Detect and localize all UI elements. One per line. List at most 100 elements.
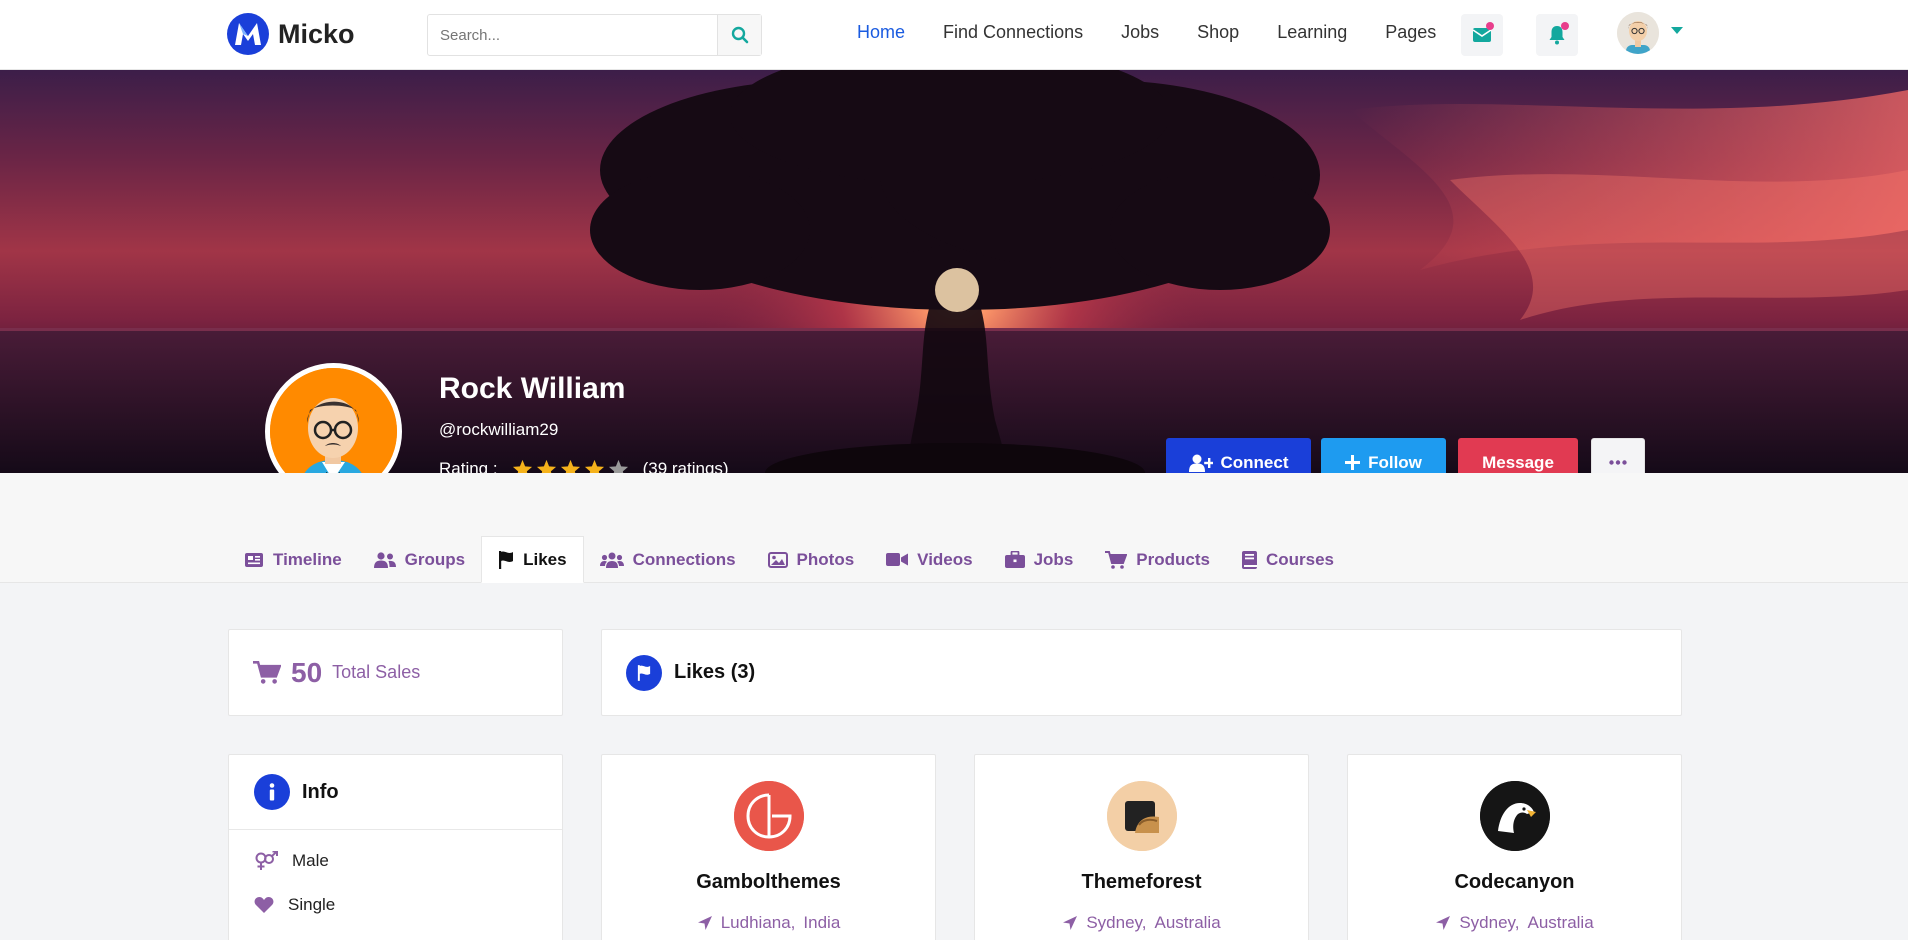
codecanyon-logo bbox=[1479, 781, 1550, 851]
tab-likes[interactable]: Likes bbox=[481, 536, 584, 583]
tab-label: Photos bbox=[796, 549, 855, 569]
profile-cover: Rock William @rockwilliam29 Rating : (39… bbox=[0, 70, 1908, 473]
rating-label: Rating : bbox=[439, 459, 498, 473]
tab-label: Products bbox=[1136, 549, 1210, 569]
search-input[interactable] bbox=[428, 15, 717, 55]
nav-home[interactable]: Home bbox=[857, 22, 905, 43]
rating-stars bbox=[512, 459, 629, 473]
like-name[interactable]: Themeforest bbox=[1081, 871, 1201, 894]
info-title: Info bbox=[302, 780, 339, 803]
messages-button[interactable] bbox=[1461, 14, 1503, 56]
flag-icon bbox=[637, 664, 651, 681]
profile-handle: @rockwilliam29 bbox=[439, 420, 559, 439]
message-label: Message bbox=[1482, 452, 1554, 472]
user-avatar[interactable] bbox=[1617, 12, 1659, 54]
themeforest-logo-icon bbox=[1106, 781, 1177, 851]
like-card[interactable]: Themeforest Sydney, Australia bbox=[974, 754, 1309, 940]
tab-products[interactable]: Products bbox=[1089, 536, 1226, 583]
avatar-illustration-icon bbox=[270, 368, 397, 473]
message-button[interactable]: Message bbox=[1458, 438, 1578, 473]
like-country: India bbox=[803, 913, 841, 932]
location-arrow-icon bbox=[697, 916, 712, 930]
star-filled-icon bbox=[560, 459, 580, 473]
like-country: Australia bbox=[1527, 913, 1594, 932]
search-button[interactable] bbox=[717, 15, 761, 55]
like-name[interactable]: Codecanyon bbox=[1454, 871, 1574, 894]
likes-section-header: Likes (3) bbox=[601, 629, 1682, 716]
user-avatar-icon bbox=[1617, 12, 1659, 54]
like-location: Sydney, Australia bbox=[1435, 913, 1594, 933]
tab-label: Courses bbox=[1265, 549, 1334, 569]
notifications-button[interactable] bbox=[1536, 14, 1578, 56]
top-header: Micko Home Find Connections Jobs Shop Le… bbox=[0, 0, 1908, 70]
connect-button[interactable]: Connect bbox=[1166, 438, 1311, 473]
logo[interactable]: Micko bbox=[226, 12, 355, 56]
themeforest-logo bbox=[1106, 781, 1177, 851]
location-arrow-icon bbox=[1436, 916, 1451, 930]
brand-name: Micko bbox=[278, 18, 355, 49]
total-sales-count: 50 bbox=[291, 656, 323, 688]
micko-logo-icon bbox=[227, 13, 269, 55]
tab-label: Connections bbox=[632, 549, 736, 569]
tab-label: Videos bbox=[917, 549, 973, 569]
gambolthemes-logo bbox=[733, 781, 804, 851]
tab-label: Groups bbox=[404, 549, 466, 569]
nav-jobs[interactable]: Jobs bbox=[1121, 22, 1159, 43]
follow-label: Follow bbox=[1368, 452, 1422, 472]
nav-find-connections[interactable]: Find Connections bbox=[943, 22, 1083, 43]
more-options-button[interactable] bbox=[1591, 438, 1645, 473]
like-name[interactable]: Gambolthemes bbox=[696, 871, 840, 894]
user-plus-icon bbox=[1188, 454, 1213, 472]
likes-title: Likes (3) bbox=[674, 661, 756, 683]
relationship-value: Single bbox=[288, 895, 336, 914]
search-box bbox=[427, 14, 762, 56]
tab-connections[interactable]: Connections bbox=[584, 536, 752, 583]
heart-icon bbox=[254, 897, 274, 913]
chevron-down-icon[interactable] bbox=[1670, 26, 1684, 35]
nav-learning[interactable]: Learning bbox=[1277, 22, 1347, 43]
like-city: Ludhiana, bbox=[720, 913, 796, 932]
star-filled-icon bbox=[536, 459, 556, 473]
like-country: Australia bbox=[1154, 913, 1221, 932]
tab-label: Jobs bbox=[1033, 549, 1074, 569]
shopping-cart-icon bbox=[253, 661, 281, 684]
info-relationship: Single bbox=[229, 883, 562, 927]
notification-dot bbox=[1561, 22, 1569, 30]
total-sales-label: Total Sales bbox=[332, 662, 421, 682]
eagle-logo-icon bbox=[1479, 781, 1550, 851]
tab-timeline[interactable]: Timeline bbox=[228, 536, 358, 583]
info-icon bbox=[269, 783, 275, 801]
tab-courses[interactable]: Courses bbox=[1226, 536, 1350, 583]
users-icon bbox=[373, 551, 396, 568]
nav-pages[interactable]: Pages bbox=[1385, 22, 1436, 43]
profile-name: Rock William bbox=[439, 372, 626, 405]
like-card[interactable]: Gambolthemes Ludhiana, India bbox=[601, 754, 936, 940]
gender-value: Male bbox=[292, 851, 329, 870]
nav-shop[interactable]: Shop bbox=[1197, 22, 1239, 43]
star-filled-icon bbox=[512, 459, 532, 473]
book-icon bbox=[1241, 550, 1257, 569]
tab-groups[interactable]: Groups bbox=[358, 536, 481, 583]
tab-label: Likes bbox=[523, 549, 567, 569]
like-city: Sydney, bbox=[1459, 913, 1520, 932]
follow-button[interactable]: Follow bbox=[1321, 438, 1446, 473]
connect-label: Connect bbox=[1220, 452, 1289, 472]
user-group-icon bbox=[599, 552, 624, 568]
briefcase-icon bbox=[1004, 551, 1025, 568]
plus-icon bbox=[1345, 455, 1361, 470]
info-gender: Male bbox=[229, 839, 562, 883]
tab-jobs[interactable]: Jobs bbox=[989, 536, 1090, 583]
profile-rating: Rating : (39 ratings) bbox=[439, 459, 729, 473]
rating-count: (39 ratings) bbox=[642, 459, 729, 473]
main-nav: Home Find Connections Jobs Shop Learning… bbox=[857, 22, 1474, 43]
tab-videos[interactable]: Videos bbox=[870, 536, 988, 583]
search-icon bbox=[731, 26, 748, 44]
like-city: Sydney, bbox=[1086, 913, 1147, 932]
like-card[interactable]: Codecanyon Sydney, Australia bbox=[1347, 754, 1682, 940]
tab-photos[interactable]: Photos bbox=[752, 536, 871, 583]
info-badge bbox=[254, 774, 290, 810]
info-card: Info Male Single bbox=[228, 754, 563, 940]
like-location: Sydney, Australia bbox=[1062, 913, 1221, 933]
shopping-cart-icon bbox=[1105, 550, 1128, 569]
notification-dot bbox=[1486, 22, 1494, 30]
